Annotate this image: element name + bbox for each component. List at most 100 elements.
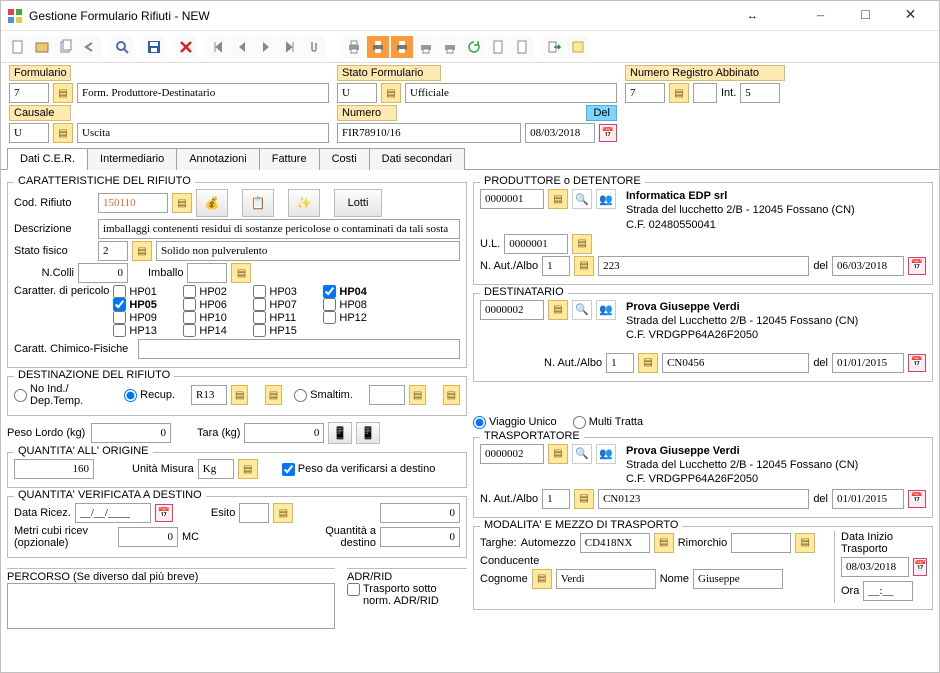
um-value[interactable] (198, 459, 234, 479)
tab-fatture[interactable]: Fatture (259, 148, 320, 170)
tab-intermediario[interactable]: Intermediario (87, 148, 177, 170)
print-color2-button[interactable] (391, 36, 413, 58)
first-button[interactable] (207, 36, 229, 58)
find-button[interactable] (111, 36, 133, 58)
doc1-button[interactable] (487, 36, 509, 58)
stato-fisico-code[interactable] (98, 241, 128, 261)
hp-check-hp09[interactable]: HP09 (113, 311, 177, 324)
causale-lookup-button[interactable]: ▤ (53, 123, 73, 143)
hp-check-hp08[interactable]: HP08 (323, 298, 387, 311)
hp-check-hp07[interactable]: HP07 (253, 298, 317, 311)
stato-code[interactable] (337, 83, 377, 103)
doc2-button[interactable] (511, 36, 533, 58)
numreg-lookup-button[interactable]: ▤ (669, 83, 689, 103)
destinatario-search-icon[interactable]: 🔍 (572, 300, 592, 320)
stato-desc[interactable] (405, 83, 617, 103)
stato-lookup-button[interactable]: ▤ (381, 83, 401, 103)
esito-value[interactable] (239, 503, 269, 523)
chimfis-value[interactable] (138, 339, 460, 359)
trasp-naut-del-value[interactable] (832, 489, 904, 509)
tab-dati-secondari[interactable]: Dati secondari (369, 148, 465, 170)
hp-check-hp01[interactable]: HP01 (113, 285, 177, 298)
cognome-lookup-button[interactable]: ▤ (532, 569, 552, 589)
hp-check-hp05[interactable]: HP05 (113, 298, 177, 311)
dest-naut-seq[interactable] (606, 353, 634, 373)
qty-destino-value[interactable] (380, 527, 460, 547)
imballo-lookup-button[interactable]: ▤ (231, 263, 251, 283)
dest-naut-cal-icon[interactable]: 📅 (908, 354, 926, 372)
print-color1-button[interactable] (367, 36, 389, 58)
note-button[interactable] (567, 36, 589, 58)
trasportatore-code[interactable] (480, 444, 544, 464)
formulario-desc[interactable] (77, 83, 329, 103)
calc2-button[interactable]: 📱 (356, 422, 380, 444)
cognome-value[interactable] (556, 569, 656, 589)
delete-button[interactable] (175, 36, 197, 58)
prod-naut-lookup-button[interactable]: ▤ (574, 256, 594, 276)
percorso-text[interactable] (7, 583, 335, 629)
peso-verif-check[interactable]: Peso da verificarsi a destino (282, 463, 436, 476)
ul-lookup-button[interactable]: ▤ (572, 234, 592, 254)
next-button[interactable] (255, 36, 277, 58)
trasp-naut-lookup-button[interactable]: ▤ (574, 489, 594, 509)
hp-check-hp11[interactable]: HP11 (253, 311, 317, 324)
rimorchio-lookup-button[interactable]: ▤ (795, 533, 815, 553)
numreg-int-value[interactable] (740, 83, 780, 103)
recup-code[interactable] (191, 385, 227, 405)
copy-button[interactable] (55, 36, 77, 58)
produttore-lookup-button[interactable]: ▤ (548, 189, 568, 209)
ncolli-value[interactable] (78, 263, 128, 283)
prod-naut-value[interactable] (598, 256, 809, 276)
refresh-button[interactable] (463, 36, 485, 58)
data-ricez-value[interactable] (75, 503, 151, 523)
trasp-naut-seq[interactable] (542, 489, 570, 509)
numreg-code[interactable] (625, 83, 665, 103)
automezzo-lookup-button[interactable]: ▤ (654, 533, 674, 553)
calendar-icon[interactable]: 📅 (599, 124, 617, 142)
hp-check-hp10[interactable]: HP10 (183, 311, 247, 324)
trasportatore-lookup-button[interactable]: ▤ (548, 444, 568, 464)
dest-naut-value[interactable] (662, 353, 809, 373)
undo-button[interactable] (79, 36, 101, 58)
save-button[interactable] (143, 36, 165, 58)
ul-code[interactable] (504, 234, 568, 254)
hp-check-hp12[interactable]: HP12 (323, 311, 387, 324)
produttore-people-icon[interactable]: 👥 (596, 189, 616, 209)
stato-fisico-lookup-button[interactable]: ▤ (132, 241, 152, 261)
trasportatore-people-icon[interactable]: 👥 (596, 444, 616, 464)
radio-multi-tratta[interactable]: Multi Tratta (573, 416, 643, 429)
new-button[interactable] (7, 36, 29, 58)
data-inizio-value[interactable] (841, 557, 909, 577)
data-ricez-cal-icon[interactable]: 📅 (155, 504, 173, 522)
radio-noind[interactable]: No Ind./ Dep.Temp. (14, 383, 108, 407)
maximize-button[interactable]: □ (843, 2, 888, 30)
um-lookup-button[interactable]: ▤ (238, 459, 258, 479)
calc1-button[interactable]: 📱 (328, 422, 352, 444)
rimorchio-value[interactable] (731, 533, 791, 553)
tab-dati-cer[interactable]: Dati C.E.R. (7, 148, 88, 170)
produttore-code[interactable] (480, 189, 544, 209)
export-button[interactable] (543, 36, 565, 58)
prod-naut-del-value[interactable] (832, 256, 904, 276)
hp-check-hp04[interactable]: HP04 (323, 285, 387, 298)
destinatario-lookup-button[interactable]: ▤ (548, 300, 568, 320)
lotti-button[interactable]: Lotti (334, 189, 382, 217)
peso-lordo-value[interactable] (91, 423, 171, 443)
cod-rifiuto-value[interactable] (98, 193, 168, 213)
dest-naut-del-value[interactable] (832, 353, 904, 373)
hp-check-hp06[interactable]: HP06 (183, 298, 247, 311)
produttore-search-icon[interactable]: 🔍 (572, 189, 592, 209)
causale-desc[interactable] (77, 123, 329, 143)
prod-naut-cal-icon[interactable]: 📅 (908, 257, 926, 275)
close-button[interactable]: ✕ (888, 2, 933, 30)
rifiuto-star-button[interactable]: ✨ (288, 189, 320, 217)
smaltim-extra-button[interactable]: ▤ (443, 385, 460, 405)
recup-lookup-button[interactable]: ▤ (231, 385, 248, 405)
trasp-naut-value[interactable] (598, 489, 809, 509)
open-button[interactable] (31, 36, 53, 58)
print-button[interactable] (343, 36, 365, 58)
tab-costi[interactable]: Costi (319, 148, 370, 170)
numreg-blank[interactable] (693, 83, 717, 103)
rifiuto-doc-button[interactable]: 📋 (242, 189, 274, 217)
nome-value[interactable] (693, 569, 783, 589)
